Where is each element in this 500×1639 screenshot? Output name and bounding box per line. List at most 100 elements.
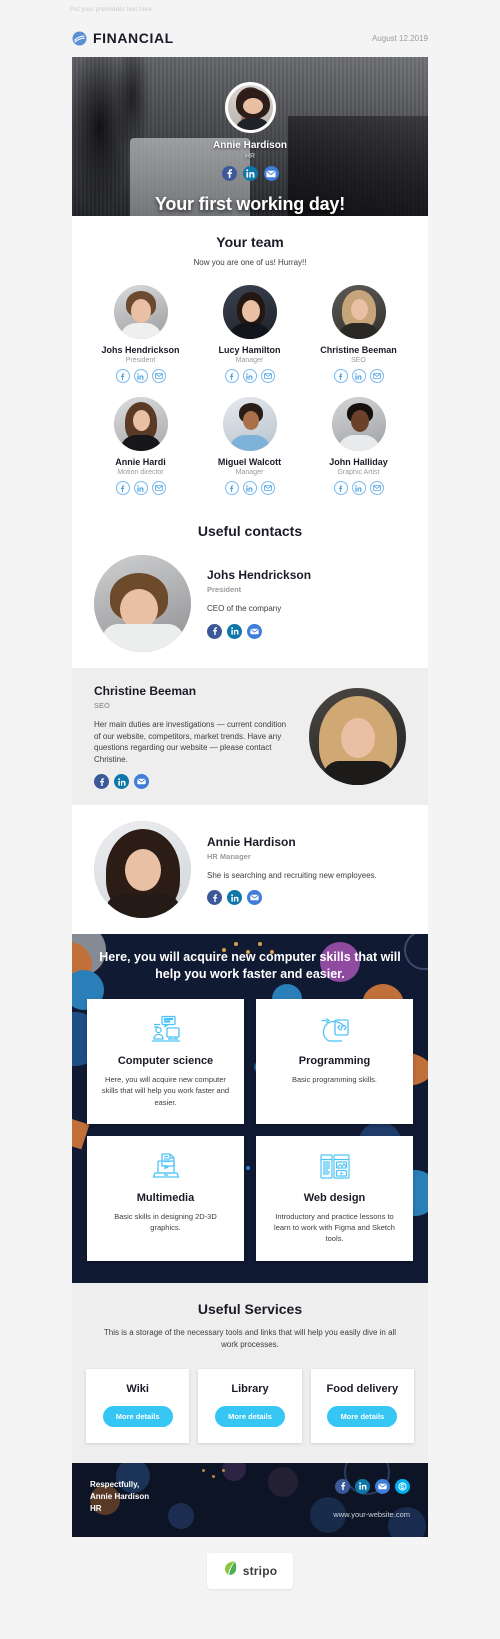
email-icon[interactable] [369, 369, 384, 383]
facebook-icon[interactable] [224, 369, 239, 383]
team-member-role: Manager [235, 469, 264, 476]
stripo-badge-wrap: stripo [0, 1537, 500, 1607]
team-member-socials [195, 369, 304, 383]
email-icon[interactable] [263, 166, 279, 181]
contact-name: Johs Hendrickson [207, 568, 312, 583]
email-icon[interactable] [369, 481, 384, 495]
service-card: Wiki More details [86, 1368, 190, 1443]
team-member-name: John Halliday [329, 457, 388, 467]
skill-card-description: Introductory and practice lessons to lea… [274, 1211, 395, 1244]
team-grid: Johs Hendrickson President Lucy Hamilton… [72, 267, 428, 509]
facebook-icon[interactable] [224, 481, 239, 495]
stripo-leaf-icon [223, 1560, 238, 1582]
team-member: Annie Hardi Motion director [86, 397, 195, 495]
email-icon[interactable] [247, 623, 262, 639]
facebook-icon[interactable] [94, 774, 109, 790]
service-card: Library More details [198, 1368, 302, 1443]
contact-role: SEO [94, 701, 110, 710]
team-member-role: SEO [351, 357, 366, 364]
contact-role: President [207, 585, 242, 595]
footer-signature: Respectfully, Annie Hardison HR [90, 1479, 149, 1516]
linkedin-icon[interactable] [133, 369, 148, 383]
footer-website[interactable]: www.your-website.com [333, 1510, 410, 1519]
skill-card[interactable]: Multimedia Basic skills in designing 2D-… [87, 1135, 244, 1261]
email-footer: Respectfully, Annie Hardison HR www.your… [72, 1462, 428, 1537]
skill-card[interactable]: Web design Introductory and practice les… [256, 1135, 413, 1261]
team-member-name: Christine Beeman [320, 345, 397, 355]
team-member-role: Graphic Artist [337, 469, 380, 476]
team-subtitle: Now you are one of us! Hurray!! [193, 258, 307, 267]
services-section: Useful Services This is a storage of the… [72, 1282, 428, 1463]
linkedin-icon[interactable] [242, 369, 257, 383]
brand-logo[interactable]: FINANCIAL [72, 30, 174, 46]
email-icon[interactable] [260, 481, 275, 495]
service-title: Wiki [126, 1382, 149, 1395]
contact-role: HR Manager [207, 851, 251, 861]
linkedin-icon[interactable] [133, 481, 148, 495]
avatar [94, 555, 191, 652]
contacts-section-secondary: Christine Beeman SEO Her main duties are… [72, 668, 428, 806]
contact-name: Christine Beeman [94, 684, 197, 698]
facebook-icon[interactable] [207, 623, 222, 639]
programming-icon [268, 1013, 401, 1047]
email-icon[interactable] [247, 890, 262, 906]
preheader-text: Put your preheader text here [70, 7, 152, 13]
linkedin-icon[interactable] [227, 623, 242, 639]
avatar [331, 397, 386, 451]
linkedin-icon[interactable] [242, 481, 257, 495]
footer-sign-line1: Respectfully, [90, 1479, 140, 1489]
facebook-icon[interactable] [333, 369, 348, 383]
email-icon[interactable] [151, 369, 166, 383]
email-icon[interactable] [260, 369, 275, 383]
team-member: Lucy Hamilton Manager [195, 285, 304, 383]
facebook-icon[interactable] [335, 1478, 350, 1494]
contact-row: Christine Beeman SEO Her main duties are… [72, 668, 428, 805]
hero-person-role: HR [244, 153, 256, 160]
facebook-icon[interactable] [333, 481, 348, 495]
linkedin-icon[interactable] [227, 890, 242, 906]
facebook-icon[interactable] [207, 890, 222, 906]
skill-card[interactable]: Programming Basic programming skills. [256, 999, 413, 1124]
email-icon[interactable] [134, 774, 149, 790]
skype-icon[interactable] [395, 1478, 410, 1494]
skills-heading: Here, you will acquire new computer skil… [99, 950, 401, 982]
computer-science-icon [99, 1013, 232, 1047]
team-member-socials [304, 369, 413, 383]
hero-social-links [72, 166, 428, 181]
linkedin-icon[interactable] [355, 1478, 370, 1494]
team-member-role: Motion director [117, 469, 164, 476]
avatar [309, 688, 406, 786]
facebook-icon[interactable] [221, 166, 237, 181]
footer-sign-line2: Annie Hardison [90, 1492, 150, 1502]
stripo-badge[interactable]: stripo [206, 1552, 294, 1589]
team-section: Your team Now you are one of us! Hurray!… [72, 216, 428, 668]
stripo-name: stripo [242, 1563, 278, 1578]
team-member: Johs Hendrickson President [86, 285, 195, 383]
team-member-name: Annie Hardi [115, 457, 166, 467]
more-details-button[interactable]: More details [327, 1405, 398, 1427]
avatar [113, 285, 168, 339]
more-details-button[interactable]: More details [215, 1405, 285, 1427]
contacts-title: Useful contacts [197, 523, 303, 539]
more-details-button[interactable]: More details [102, 1405, 173, 1427]
team-member-role: Manager [235, 357, 264, 364]
linkedin-icon[interactable] [114, 774, 129, 790]
linkedin-icon[interactable] [242, 166, 258, 181]
email-icon[interactable] [375, 1478, 390, 1494]
facebook-icon[interactable] [115, 369, 130, 383]
skill-card-title: Programming [298, 1055, 371, 1068]
financial-swirl-icon [72, 31, 87, 46]
team-member-socials [86, 369, 195, 383]
email-icon[interactable] [151, 481, 166, 495]
facebook-icon[interactable] [115, 481, 130, 495]
skill-card[interactable]: Computer science Here, you will acquire … [87, 999, 244, 1124]
linkedin-icon[interactable] [351, 481, 366, 495]
linkedin-icon[interactable] [351, 369, 366, 383]
contact-socials [207, 890, 406, 906]
skills-cards: Computer science Here, you will acquire … [72, 983, 428, 1261]
contact-description: She is searching and recruiting new empl… [207, 870, 377, 880]
contact-socials [94, 774, 293, 790]
avatar [94, 821, 191, 919]
avatar [222, 285, 277, 339]
team-member-socials [195, 481, 304, 495]
